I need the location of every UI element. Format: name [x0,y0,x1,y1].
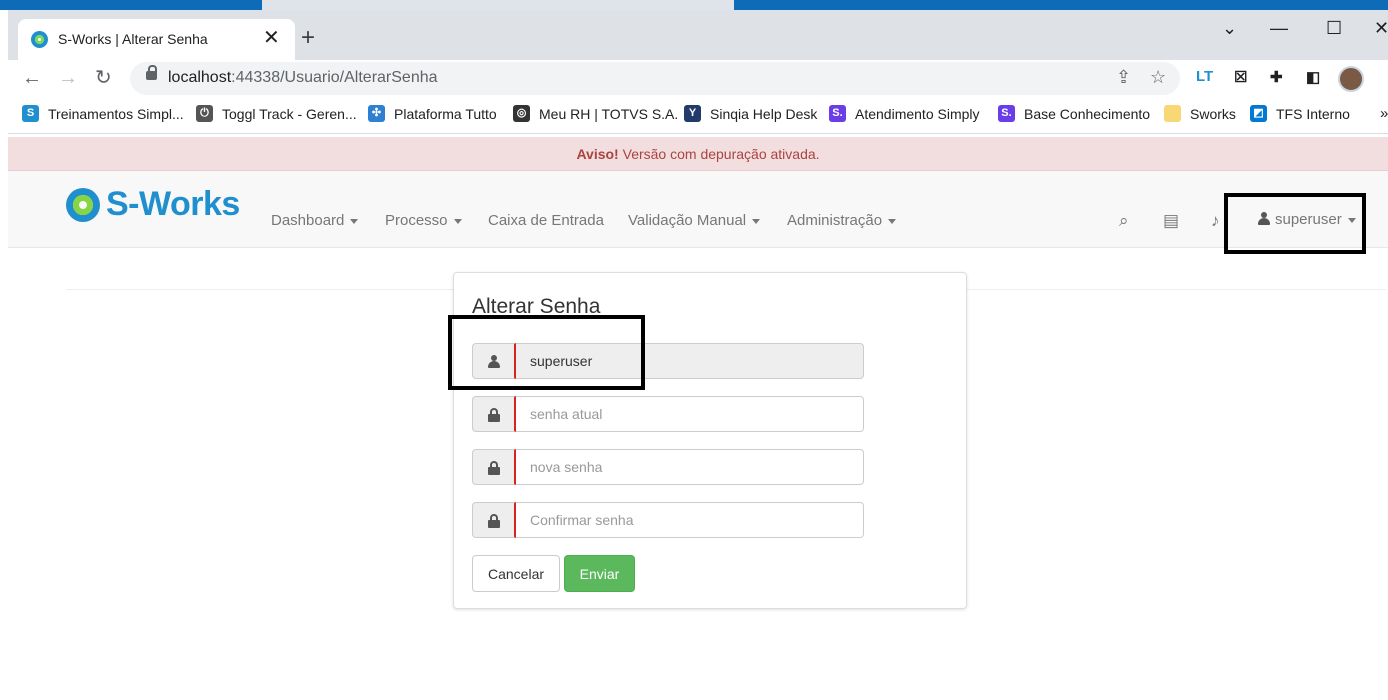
bookmark-item[interactable]: S. Base Conhecimento [998,105,1150,122]
browser-tab[interactable]: S-Works | Alterar Senha ✕ [18,19,295,60]
sworks-logo-icon [66,187,100,222]
extension-lt-icon[interactable]: LT [1196,68,1213,85]
brand-logo[interactable]: S-Works [66,185,240,224]
tab-strip: S-Works | Alterar Senha ✕ + ⌄ — ☐ ✕ [8,10,1388,60]
tab-title: S-Works | Alterar Senha [58,31,208,47]
lock-icon [487,460,500,475]
lock-icon [487,513,500,528]
bookmark-item[interactable]: S. Atendimento Simply [829,105,980,122]
current-password-input[interactable] [516,396,864,432]
caret-down-icon [350,218,359,224]
taskbar-strip [0,0,1388,10]
tab-close-icon[interactable]: ✕ [263,28,280,48]
bookmark-item[interactable]: Sworks [1164,105,1236,122]
navbar: S-Works Dashboard Processo Caixa de Entr… [8,171,1388,248]
bookmark-label: Toggl Track - Geren... [222,105,357,122]
bookmark-label: Plataforma Tutto [394,105,497,122]
sworks-favicon-icon [31,31,48,48]
bookmarks-more-icon[interactable]: » [1380,105,1388,122]
simply-icon: S. [998,105,1015,122]
bookmark-label: Sinqia Help Desk [710,105,818,122]
bookmark-item[interactable]: ◩ TFS Interno [1250,105,1350,122]
bookmark-item[interactable]: ⏻ Toggl Track - Geren... [196,105,357,122]
bookmark-label: Treinamentos Simpl... [48,105,184,122]
caret-down-icon [752,218,761,224]
current-password-field [472,396,864,432]
bookmark-label: TFS Interno [1276,105,1350,122]
share-icon[interactable]: ⇪ [1116,67,1131,88]
reload-icon[interactable]: ↻ [95,66,112,90]
new-tab-button[interactable]: + [301,26,315,50]
search-icon[interactable]: ⌕ [1119,211,1129,231]
submit-button[interactable]: Enviar [564,555,635,592]
maximize-icon[interactable]: ☐ [1326,18,1342,39]
bookmark-item[interactable]: S Treinamentos Simpl... [22,105,184,122]
bookmark-item[interactable]: ◎ Meu RH | TOTVS S.A. [513,105,678,122]
nav-caixa-de-entrada[interactable]: Caixa de Entrada [488,212,604,229]
cancel-button[interactable]: Cancelar [472,555,560,592]
sworks-icon: S [22,105,39,122]
confirm-password-addon [472,502,516,538]
menu-kebab-icon[interactable]: ⋮ [1384,68,1388,86]
azure-devops-icon: ◩ [1250,105,1267,122]
lock-icon[interactable] [146,65,157,80]
new-password-field [472,449,864,485]
simply-icon: S. [829,105,846,122]
tab-search-icon[interactable]: ⌄ [1222,18,1237,39]
confirm-password-field [472,502,864,538]
inbox-list-icon[interactable]: ▤ [1163,211,1179,231]
back-arrow-icon[interactable]: ← [22,66,42,90]
minimize-icon[interactable]: — [1270,18,1288,39]
bookmark-label: Base Conhecimento [1024,105,1151,122]
profile-avatar[interactable] [1338,66,1364,92]
bookmark-item[interactable]: ✣ Plataforma Tutto [368,105,497,122]
new-password-addon [472,449,516,485]
side-panel-icon[interactable]: ◧ [1306,68,1320,86]
debug-alert: Aviso! Versão com depuração ativada. [8,137,1388,171]
caret-down-icon [888,218,897,224]
power-icon: ⏻ [196,105,213,122]
background-window [262,0,734,10]
folder-icon [1164,105,1181,122]
forward-arrow-icon[interactable]: → [58,66,78,90]
page-content: Aviso! Versão com depuração ativada. S-W… [8,134,1388,700]
lock-icon [487,407,500,422]
bookmark-label: Atendimento Simply [855,105,980,122]
extensions-puzzle-icon[interactable]: ✚ [1270,68,1283,86]
sinqia-icon: Y [684,105,701,122]
url-text[interactable]: localhost:44338/Usuario/AlterarSenha [168,69,438,87]
current-password-addon [472,396,516,432]
brand-text: S-Works [106,185,240,223]
caret-down-icon [453,218,462,224]
address-bar[interactable]: localhost:44338/Usuario/AlterarSenha ⇪ ☆ [130,62,1180,95]
tutto-icon: ✣ [368,105,385,122]
bookmark-label: Sworks [1190,105,1236,122]
bookmark-item[interactable]: Y Sinqia Help Desk [684,105,817,122]
annotation-box-user-menu [1224,193,1366,254]
bookmarks-bar: S Treinamentos Simpl... ⏻ Toggl Track - Ger… [8,97,1388,134]
nav-dashboard[interactable]: Dashboard [271,212,359,229]
alert-text: Versão com depuração ativada. [618,146,820,162]
extension-x-icon[interactable]: ☒ [1234,68,1247,86]
nav-processo[interactable]: Processo [385,212,462,229]
bookmark-label: Meu RH | TOTVS S.A. [539,105,679,122]
annotation-box-username [448,315,645,390]
new-password-input[interactable] [516,449,864,485]
bell-icon[interactable]: ♪ [1211,211,1220,231]
nav-administracao[interactable]: Administração [787,212,897,229]
totvs-icon: ◎ [513,105,530,122]
bookmark-star-icon[interactable]: ☆ [1150,67,1166,88]
close-window-icon[interactable]: ✕ [1374,18,1388,39]
alert-strong: Aviso! [576,146,619,162]
confirm-password-input[interactable] [516,502,864,538]
nav-validacao-manual[interactable]: Validação Manual [628,212,761,229]
browser-toolbar: ← → ↻ localhost:44338/Usuario/AlterarSen… [8,60,1388,97]
